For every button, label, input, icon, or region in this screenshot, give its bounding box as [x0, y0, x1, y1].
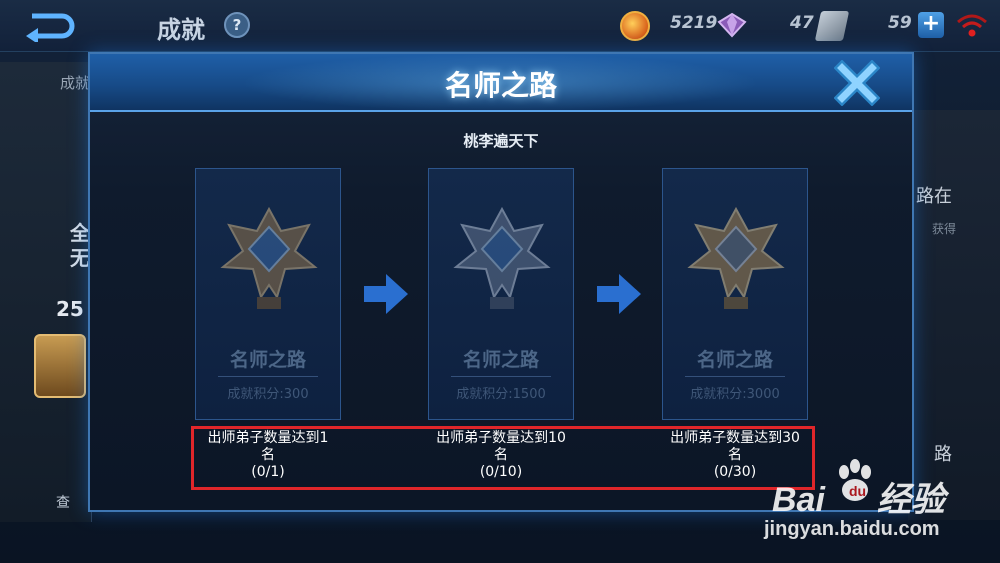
background-left-panel: 成就 全 无 25 查: [0, 62, 92, 522]
watermark-logo-right: 经验: [876, 481, 945, 519]
coupon-count: 59: [888, 13, 912, 33]
baidu-paw-icon: du: [839, 459, 871, 501]
coin-count: 5219: [670, 13, 718, 33]
gem-count: 47: [790, 13, 814, 33]
svg-text:du: du: [849, 483, 866, 499]
dialog-header: 名师之路: [90, 54, 912, 112]
bg-gold-badge-icon: [34, 334, 86, 398]
wifi-signal-icon: [957, 14, 987, 37]
watermark-url: jingyan.baidu.com: [764, 518, 940, 540]
card-points: 成就积分:3000: [690, 387, 780, 402]
card-name: 名师之路: [229, 349, 306, 371]
coin-icon: [620, 11, 650, 41]
coupon-icon: [814, 11, 850, 41]
bg-left-label: 成就: [60, 74, 91, 92]
achievement-dialog: 名师之路 桃李遍天下 名师之路 成就积分:300 名师之路 成就积分:1500: [88, 52, 914, 512]
card-points: 成就积分:300: [227, 387, 309, 402]
card-name: 名师之路: [696, 349, 773, 371]
bg-query-button[interactable]: 查: [56, 492, 70, 512]
bg-right-sub: 获得: [932, 222, 957, 236]
close-icon[interactable]: [834, 60, 880, 106]
card-divider: [451, 376, 551, 377]
top-bar: 成就 ? 5219 47 59 +: [0, 0, 1000, 52]
back-arrow-icon[interactable]: [22, 10, 78, 42]
red-highlight-box: [191, 426, 815, 490]
card-divider: [685, 376, 785, 377]
gem-icon: [717, 12, 747, 38]
card-points: 成就积分:1500: [456, 387, 546, 402]
achievement-card-tier-1[interactable]: 名师之路 成就积分:300: [195, 168, 341, 420]
dialog-subtitle: 桃李遍天下: [463, 132, 539, 150]
bronze-emblem-icon: [220, 206, 318, 309]
achievement-card-tier-3[interactable]: 名师之路 成就积分:3000: [662, 168, 808, 420]
gold-emblem-icon: [687, 206, 785, 309]
silver-emblem-icon: [453, 206, 551, 309]
achievement-card-tier-2[interactable]: 名师之路 成就积分:1500: [428, 168, 574, 420]
bg-left-count: 25: [56, 297, 84, 321]
card-name: 名师之路: [462, 349, 539, 371]
arrow-right-icon: [364, 274, 408, 314]
arrow-right-icon: [597, 274, 641, 314]
bg-right-title: 路在: [916, 186, 952, 207]
page-title: 成就: [157, 16, 205, 44]
bg-right-title-2: 路: [934, 444, 952, 465]
watermark-logo-left: Bai: [772, 481, 825, 519]
background-right-panel: 路在 获得 路: [908, 110, 1000, 520]
bg-left-big-text-2: 无: [70, 246, 90, 270]
recharge-plus-button[interactable]: +: [918, 12, 944, 38]
card-divider: [218, 376, 318, 377]
dialog-title: 名师之路: [444, 69, 557, 102]
help-icon[interactable]: ?: [224, 12, 250, 38]
